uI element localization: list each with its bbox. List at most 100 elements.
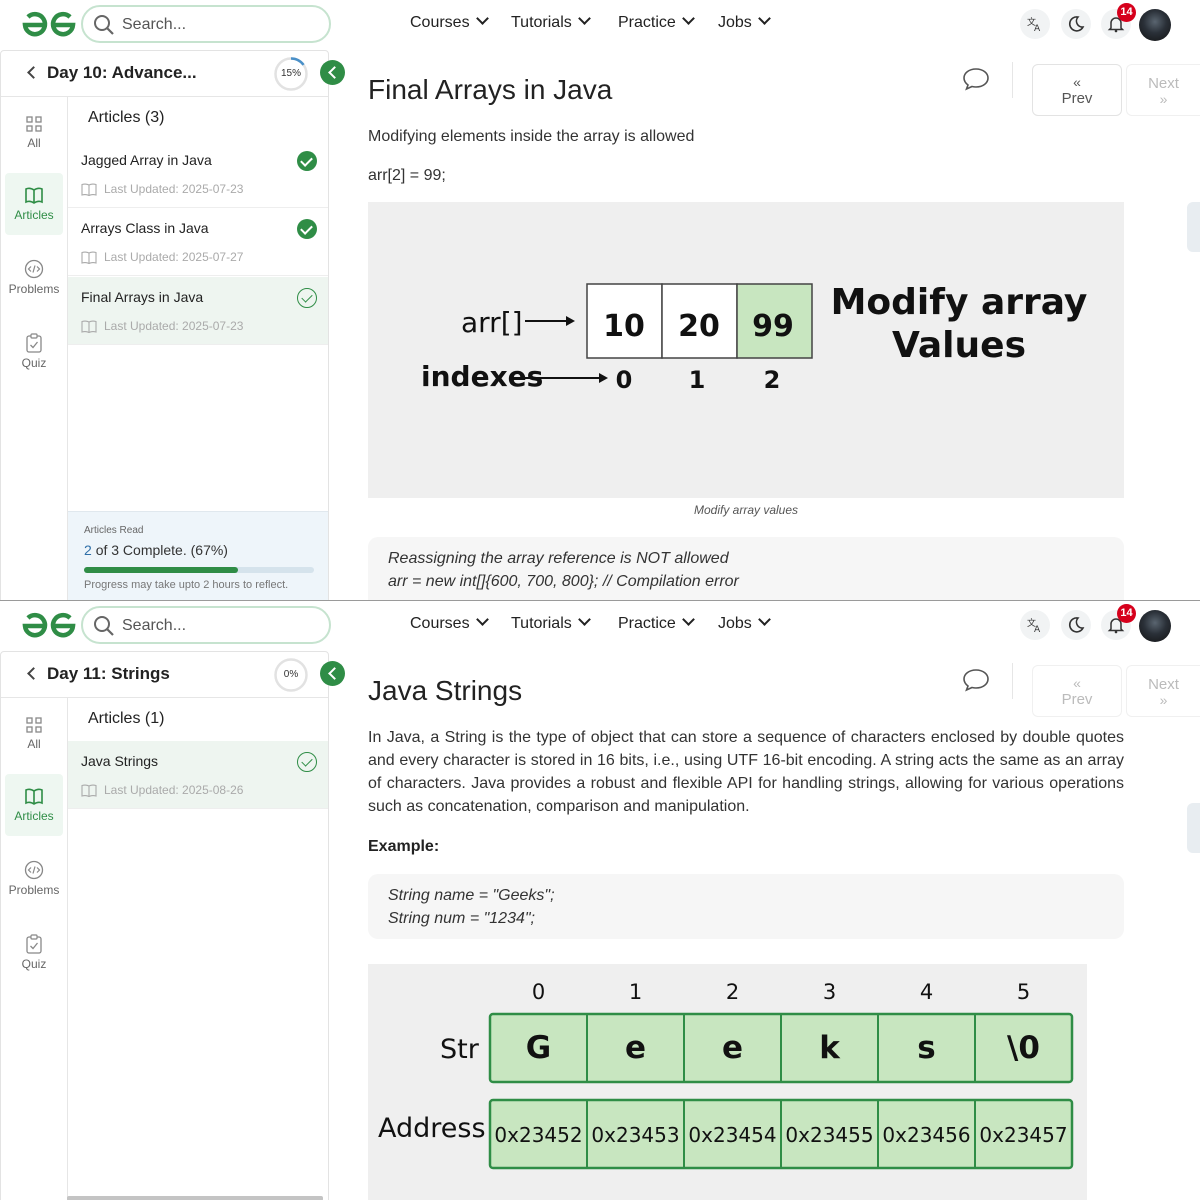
address-value: 0x23453 [591, 1123, 679, 1147]
address-label: Address [378, 1113, 486, 1144]
index-value: 4 [920, 980, 933, 1004]
progress-ring: 0% [273, 657, 309, 693]
next-button[interactable]: Next» [1126, 64, 1200, 116]
nav-jobs[interactable]: Jobs [718, 12, 771, 32]
nav-tutorials[interactable]: Tutorials [511, 12, 591, 32]
translate-icon: 文A [1027, 617, 1041, 634]
book-icon [81, 320, 97, 333]
nav-practice[interactable]: Practice [618, 613, 695, 633]
rail-item-all[interactable]: All [5, 115, 63, 177]
articles-heading: Articles (3) [88, 109, 165, 126]
chevron-down-icon [475, 613, 489, 626]
rail-item-all[interactable]: All [5, 716, 63, 778]
progress-bar [84, 567, 314, 573]
avatar[interactable] [1139, 610, 1171, 642]
code-icon [24, 259, 44, 279]
rail-item-quiz[interactable]: Quiz [5, 934, 63, 996]
completed-check-icon [297, 219, 317, 239]
dark-mode-toggle[interactable] [1061, 9, 1091, 39]
grid-icon [26, 116, 42, 132]
progress-value: 2 of 3 Complete. (67%) [84, 542, 228, 558]
gfg-logo[interactable] [22, 611, 76, 641]
page-title: Final Arrays in Java [368, 74, 613, 105]
book-icon [81, 784, 97, 797]
scroll-handle[interactable] [1187, 803, 1200, 853]
rail-label: Problems [8, 883, 60, 897]
progress-bar-fill [84, 567, 239, 573]
list-item[interactable]: Jagged Array in Java Last Updated: 2025-… [68, 140, 328, 208]
comment-icon[interactable] [962, 67, 990, 91]
chevron-down-icon [757, 613, 771, 626]
figure-side-title: Modify array [831, 282, 1088, 323]
collapse-sidebar-button[interactable] [320, 60, 345, 85]
nav-label: Courses [410, 615, 470, 632]
rail-item-articles[interactable]: Articles [5, 173, 63, 235]
index-value: 1 [689, 366, 706, 394]
code-line: arr[2] = 99; [368, 167, 446, 184]
double-chevron-right-icon: » [1159, 692, 1168, 708]
last-updated: Last Updated: 2025-07-23 [104, 319, 244, 333]
index-value: 0 [532, 980, 545, 1004]
search-placeholder: Search... [122, 16, 187, 33]
array-value: 20 [678, 309, 720, 344]
book-icon [81, 183, 97, 196]
rail-label: Articles [14, 809, 54, 823]
last-updated: Last Updated: 2025-08-26 [104, 783, 244, 797]
modify-array-figure: arr[] indexes 10 20 99 0 1 2 Modify arra… [368, 202, 1124, 498]
string-memory-figure: Str Address 0 G 0x23452 1 e 0x23453 2 e 0x23454 3… [368, 964, 1087, 1200]
nav-label: Tutorials [511, 615, 572, 632]
moon-icon [1068, 617, 1085, 633]
avatar[interactable] [1139, 9, 1171, 41]
list-item[interactable]: Java Strings Last Updated: 2025-08-26 [68, 741, 328, 809]
str-label: Str [440, 1034, 480, 1065]
chevron-down-icon [475, 12, 489, 25]
back-arrow-icon[interactable] [27, 66, 40, 79]
translate-button[interactable]: 文A [1020, 9, 1050, 39]
back-arrow-icon[interactable] [27, 667, 40, 680]
search-input[interactable]: Search... [81, 5, 331, 43]
code-line: arr = new int[]{600, 700, 800}; // Compi… [388, 573, 739, 590]
nav-label: Courses [410, 14, 470, 31]
search-input[interactable]: Search... [81, 606, 331, 644]
nav-practice[interactable]: Practice [618, 12, 695, 32]
list-item[interactable]: Final Arrays in Java Last Updated: 2025-… [68, 277, 328, 345]
index-value: 5 [1017, 980, 1030, 1004]
articles-heading: Articles (1) [88, 710, 165, 727]
indexes-arrowhead [599, 373, 608, 383]
rail-item-quiz[interactable]: Quiz [5, 333, 63, 395]
dark-mode-toggle[interactable] [1061, 610, 1091, 640]
char-value: e [625, 1030, 646, 1066]
list-item[interactable]: Arrays Class in Java Last Updated: 2025-… [68, 208, 328, 276]
article-title: Arrays Class in Java [81, 220, 209, 236]
horizontal-scrollbar[interactable] [67, 1196, 323, 1200]
prev-button[interactable]: «Prev [1032, 665, 1122, 717]
rail-item-articles[interactable]: Articles [5, 774, 63, 836]
gfg-logo[interactable] [22, 10, 76, 40]
nav-jobs[interactable]: Jobs [718, 613, 771, 633]
figure-caption: Modify array values [693, 503, 799, 517]
prev-button[interactable]: «Prev [1032, 64, 1122, 116]
nav-tutorials[interactable]: Tutorials [511, 613, 591, 633]
rail-label: All [27, 737, 41, 751]
address-value: 0x23455 [785, 1123, 873, 1147]
rail-item-problems[interactable]: Problems [5, 259, 63, 321]
next-button[interactable]: Next» [1126, 665, 1200, 717]
clipboard-icon [26, 333, 42, 353]
example-label: Example: [368, 838, 440, 855]
prev-label: Prev [1061, 90, 1093, 107]
day-header: Day 10: Advance... 15% [1, 51, 328, 97]
nav-courses[interactable]: Courses [410, 613, 489, 633]
translate-button[interactable]: 文A [1020, 610, 1050, 640]
nav-courses[interactable]: Courses [410, 12, 489, 32]
comment-icon[interactable] [962, 668, 990, 692]
index-value: 3 [823, 980, 836, 1004]
article-title: Final Arrays in Java [81, 289, 204, 305]
rail-item-problems[interactable]: Problems [5, 860, 63, 922]
scroll-handle[interactable] [1187, 202, 1200, 252]
address-value: 0x23452 [494, 1123, 582, 1147]
divider [1012, 663, 1013, 699]
page-title: Java Strings [368, 675, 523, 706]
rail-label: All [27, 136, 41, 150]
collapse-sidebar-button[interactable] [320, 661, 345, 686]
rail-label: Problems [8, 282, 60, 296]
